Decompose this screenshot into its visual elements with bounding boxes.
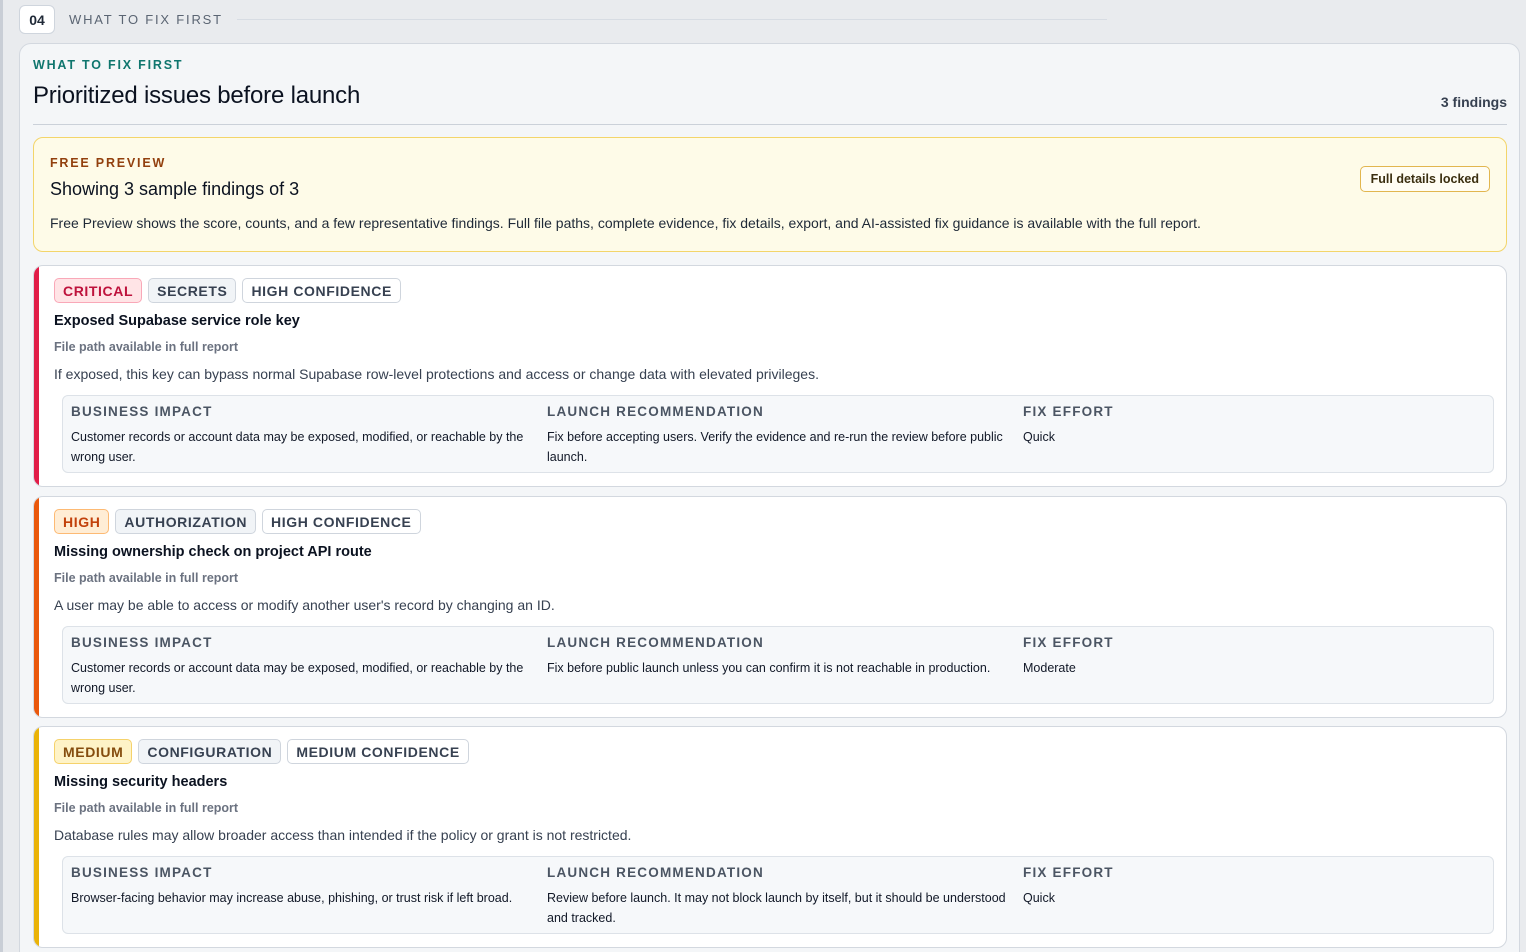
confidence-badge: HIGH CONFIDENCE [242,278,401,303]
category-badge: CONFIGURATION [138,739,282,764]
severity-badge: MEDIUM [54,739,133,764]
launch-recommendation-label: LAUNCH RECOMMENDATION [547,865,764,880]
findings-count: 3 findings [1440,94,1507,110]
preview-description: Free Preview shows the score, counts, an… [50,215,1201,231]
finding-title: Missing security headers [54,774,228,790]
finding-details: BUSINESS IMPACT Customer records or acco… [62,626,1494,704]
finding-card: HIGH AUTHORIZATION HIGH CONFIDENCE Missi… [33,496,1507,718]
finding-badges: HIGH AUTHORIZATION HIGH CONFIDENCE [54,509,421,534]
business-impact-text: Browser-facing behavior may increase abu… [71,891,513,905]
fix-effort-value: Quick [1023,891,1055,905]
confidence-badge: HIGH CONFIDENCE [262,509,421,534]
page-title: Prioritized issues before launch [33,82,361,109]
finding-description: If exposed, this key can bypass normal S… [54,366,819,382]
finding-description: A user may be able to access or modify a… [54,597,555,613]
finding-description: Database rules may allow broader access … [54,827,632,843]
finding-title: Missing ownership check on project API r… [54,544,372,560]
finding-title: Exposed Supabase service role key [54,313,300,329]
fix-effort-value: Moderate [1023,661,1076,675]
section-number: 04 [19,5,55,34]
category-badge: AUTHORIZATION [115,509,257,534]
page-left-rule [0,0,3,952]
finding-badges: CRITICAL SECRETS HIGH CONFIDENCE [54,278,401,303]
finding-details: BUSINESS IMPACT Customer records or acco… [62,395,1494,473]
fix-effort: FIX EFFORT Quick [1023,865,1423,908]
launch-recommendation-text: Fix before public launch unless you can … [547,661,991,675]
finding-card: MEDIUM CONFIGURATION MEDIUM CONFIDENCE M… [33,726,1507,948]
severity-badge: HIGH [54,509,110,534]
business-impact: BUSINESS IMPACT Customer records or acco… [71,404,531,467]
launch-recommendation: LAUNCH RECOMMENDATION Review before laun… [547,865,1017,928]
fix-effort-label: FIX EFFORT [1023,865,1114,880]
finding-path: File path available in full report [54,801,239,815]
severity-stripe [34,727,39,947]
confidence-badge: MEDIUM CONFIDENCE [287,739,469,764]
launch-recommendation: LAUNCH RECOMMENDATION Fix before public … [547,635,1017,678]
finding-details: BUSINESS IMPACT Browser-facing behavior … [62,856,1494,934]
finding-path: File path available in full report [54,340,239,354]
business-impact-label: BUSINESS IMPACT [71,635,213,650]
section-header: 04 WHAT TO FIX FIRST [19,5,1526,34]
business-impact-text: Customer records or account data may be … [71,430,524,464]
panel-eyebrow: WHAT TO FIX FIRST [33,58,184,72]
fix-effort: FIX EFFORT Quick [1023,404,1423,447]
preview-title: Showing 3 sample findings of 3 [50,179,300,199]
severity-stripe [34,266,39,486]
launch-recommendation-text: Review before launch. It may not block l… [547,891,1006,925]
section-divider [236,19,1107,20]
fix-effort-label: FIX EFFORT [1023,635,1114,650]
full-details-locked-button[interactable]: Full details locked [1359,166,1490,192]
launch-recommendation-label: LAUNCH RECOMMENDATION [547,404,764,419]
severity-stripe [34,497,39,717]
finding-badges: MEDIUM CONFIGURATION MEDIUM CONFIDENCE [54,739,469,764]
panel-divider [33,124,1507,125]
business-impact: BUSINESS IMPACT Browser-facing behavior … [71,865,531,908]
free-preview-banner: FREE PREVIEW Showing 3 sample findings o… [33,137,1507,252]
launch-recommendation: LAUNCH RECOMMENDATION Fix before accepti… [547,404,1017,467]
finding-card: CRITICAL SECRETS HIGH CONFIDENCE Exposed… [33,265,1507,487]
section-label: WHAT TO FIX FIRST [69,12,223,27]
business-impact-text: Customer records or account data may be … [71,661,524,695]
launch-recommendation-label: LAUNCH RECOMMENDATION [547,635,764,650]
finding-path: File path available in full report [54,571,239,585]
launch-recommendation-text: Fix before accepting users. Verify the e… [547,430,1003,464]
business-impact-label: BUSINESS IMPACT [71,404,213,419]
severity-badge: CRITICAL [54,278,143,303]
fix-effort: FIX EFFORT Moderate [1023,635,1423,678]
preview-eyebrow: FREE PREVIEW [50,156,167,170]
findings-panel: WHAT TO FIX FIRST Prioritized issues bef… [19,43,1520,952]
fix-effort-label: FIX EFFORT [1023,404,1114,419]
category-badge: SECRETS [148,278,237,303]
business-impact-label: BUSINESS IMPACT [71,865,213,880]
fix-effort-value: Quick [1023,430,1055,444]
business-impact: BUSINESS IMPACT Customer records or acco… [71,635,531,698]
